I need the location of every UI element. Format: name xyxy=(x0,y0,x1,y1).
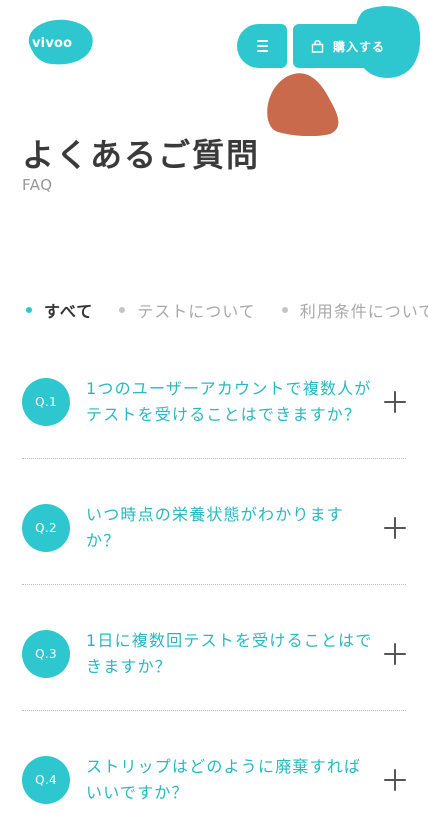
dot-icon xyxy=(119,307,126,313)
expand-plus-icon[interactable] xyxy=(384,517,406,539)
buy-button[interactable]: 購入する xyxy=(293,24,405,68)
faq-item-4[interactable]: Q.4 ストリップはどのように廃棄すればいいですか？ xyxy=(22,754,406,806)
filter-label: テストについて xyxy=(137,302,256,321)
active-dot-icon xyxy=(26,307,32,313)
expand-plus-icon[interactable] xyxy=(384,643,406,665)
dot-icon xyxy=(281,307,288,313)
page-title: よくあるご質問 xyxy=(22,136,261,174)
page-subtitle: FAQ xyxy=(22,176,53,194)
buy-button-label: 購入する xyxy=(333,39,386,54)
menu-button[interactable] xyxy=(237,24,287,68)
question-text: 1つのユーザーアカウントで複数人がテストを受けることはできますか？ xyxy=(86,379,372,424)
filter-about-test[interactable]: テストについて xyxy=(119,298,256,322)
divider xyxy=(22,458,406,459)
expand-plus-icon[interactable] xyxy=(384,769,406,791)
question-text: ストリップはどのように廃棄すればいいですか？ xyxy=(86,757,362,802)
filter-label: すべて xyxy=(44,302,94,321)
hamburger-icon xyxy=(256,40,268,52)
question-badge: Q.1 xyxy=(22,378,70,426)
divider xyxy=(22,584,406,585)
question-text: 1日に複数回テストを受けることはできますか？ xyxy=(86,631,373,676)
faq-item-1[interactable]: Q.1 1つのユーザーアカウントで複数人がテストを受けることはできますか？ xyxy=(22,376,406,428)
logo-text: vivoo xyxy=(32,36,73,51)
filter-label: 利用条件について xyxy=(299,302,428,321)
vivoo-logo[interactable]: vivoo xyxy=(22,16,96,68)
faq-item-3[interactable]: Q.3 1日に複数回テストを受けることはできますか？ xyxy=(22,628,406,680)
filter-all[interactable]: すべて xyxy=(26,298,93,322)
question-text: いつ時点の栄養状態がわかりますか？ xyxy=(86,505,345,550)
faq-item-2[interactable]: Q.2 いつ時点の栄養状態がわかりますか？ xyxy=(22,502,406,554)
filter-terms-of-use[interactable]: 利用条件について xyxy=(281,298,428,322)
question-badge: Q.3 xyxy=(22,630,70,678)
question-badge: Q.4 xyxy=(22,756,70,804)
question-badge: Q.2 xyxy=(22,504,70,552)
expand-plus-icon[interactable] xyxy=(384,391,406,413)
divider xyxy=(22,710,406,711)
decorative-blob xyxy=(267,73,339,136)
shopping-bag-icon xyxy=(311,39,324,53)
category-filter-bar: すべて テストについて 利用条件について xyxy=(26,298,428,322)
